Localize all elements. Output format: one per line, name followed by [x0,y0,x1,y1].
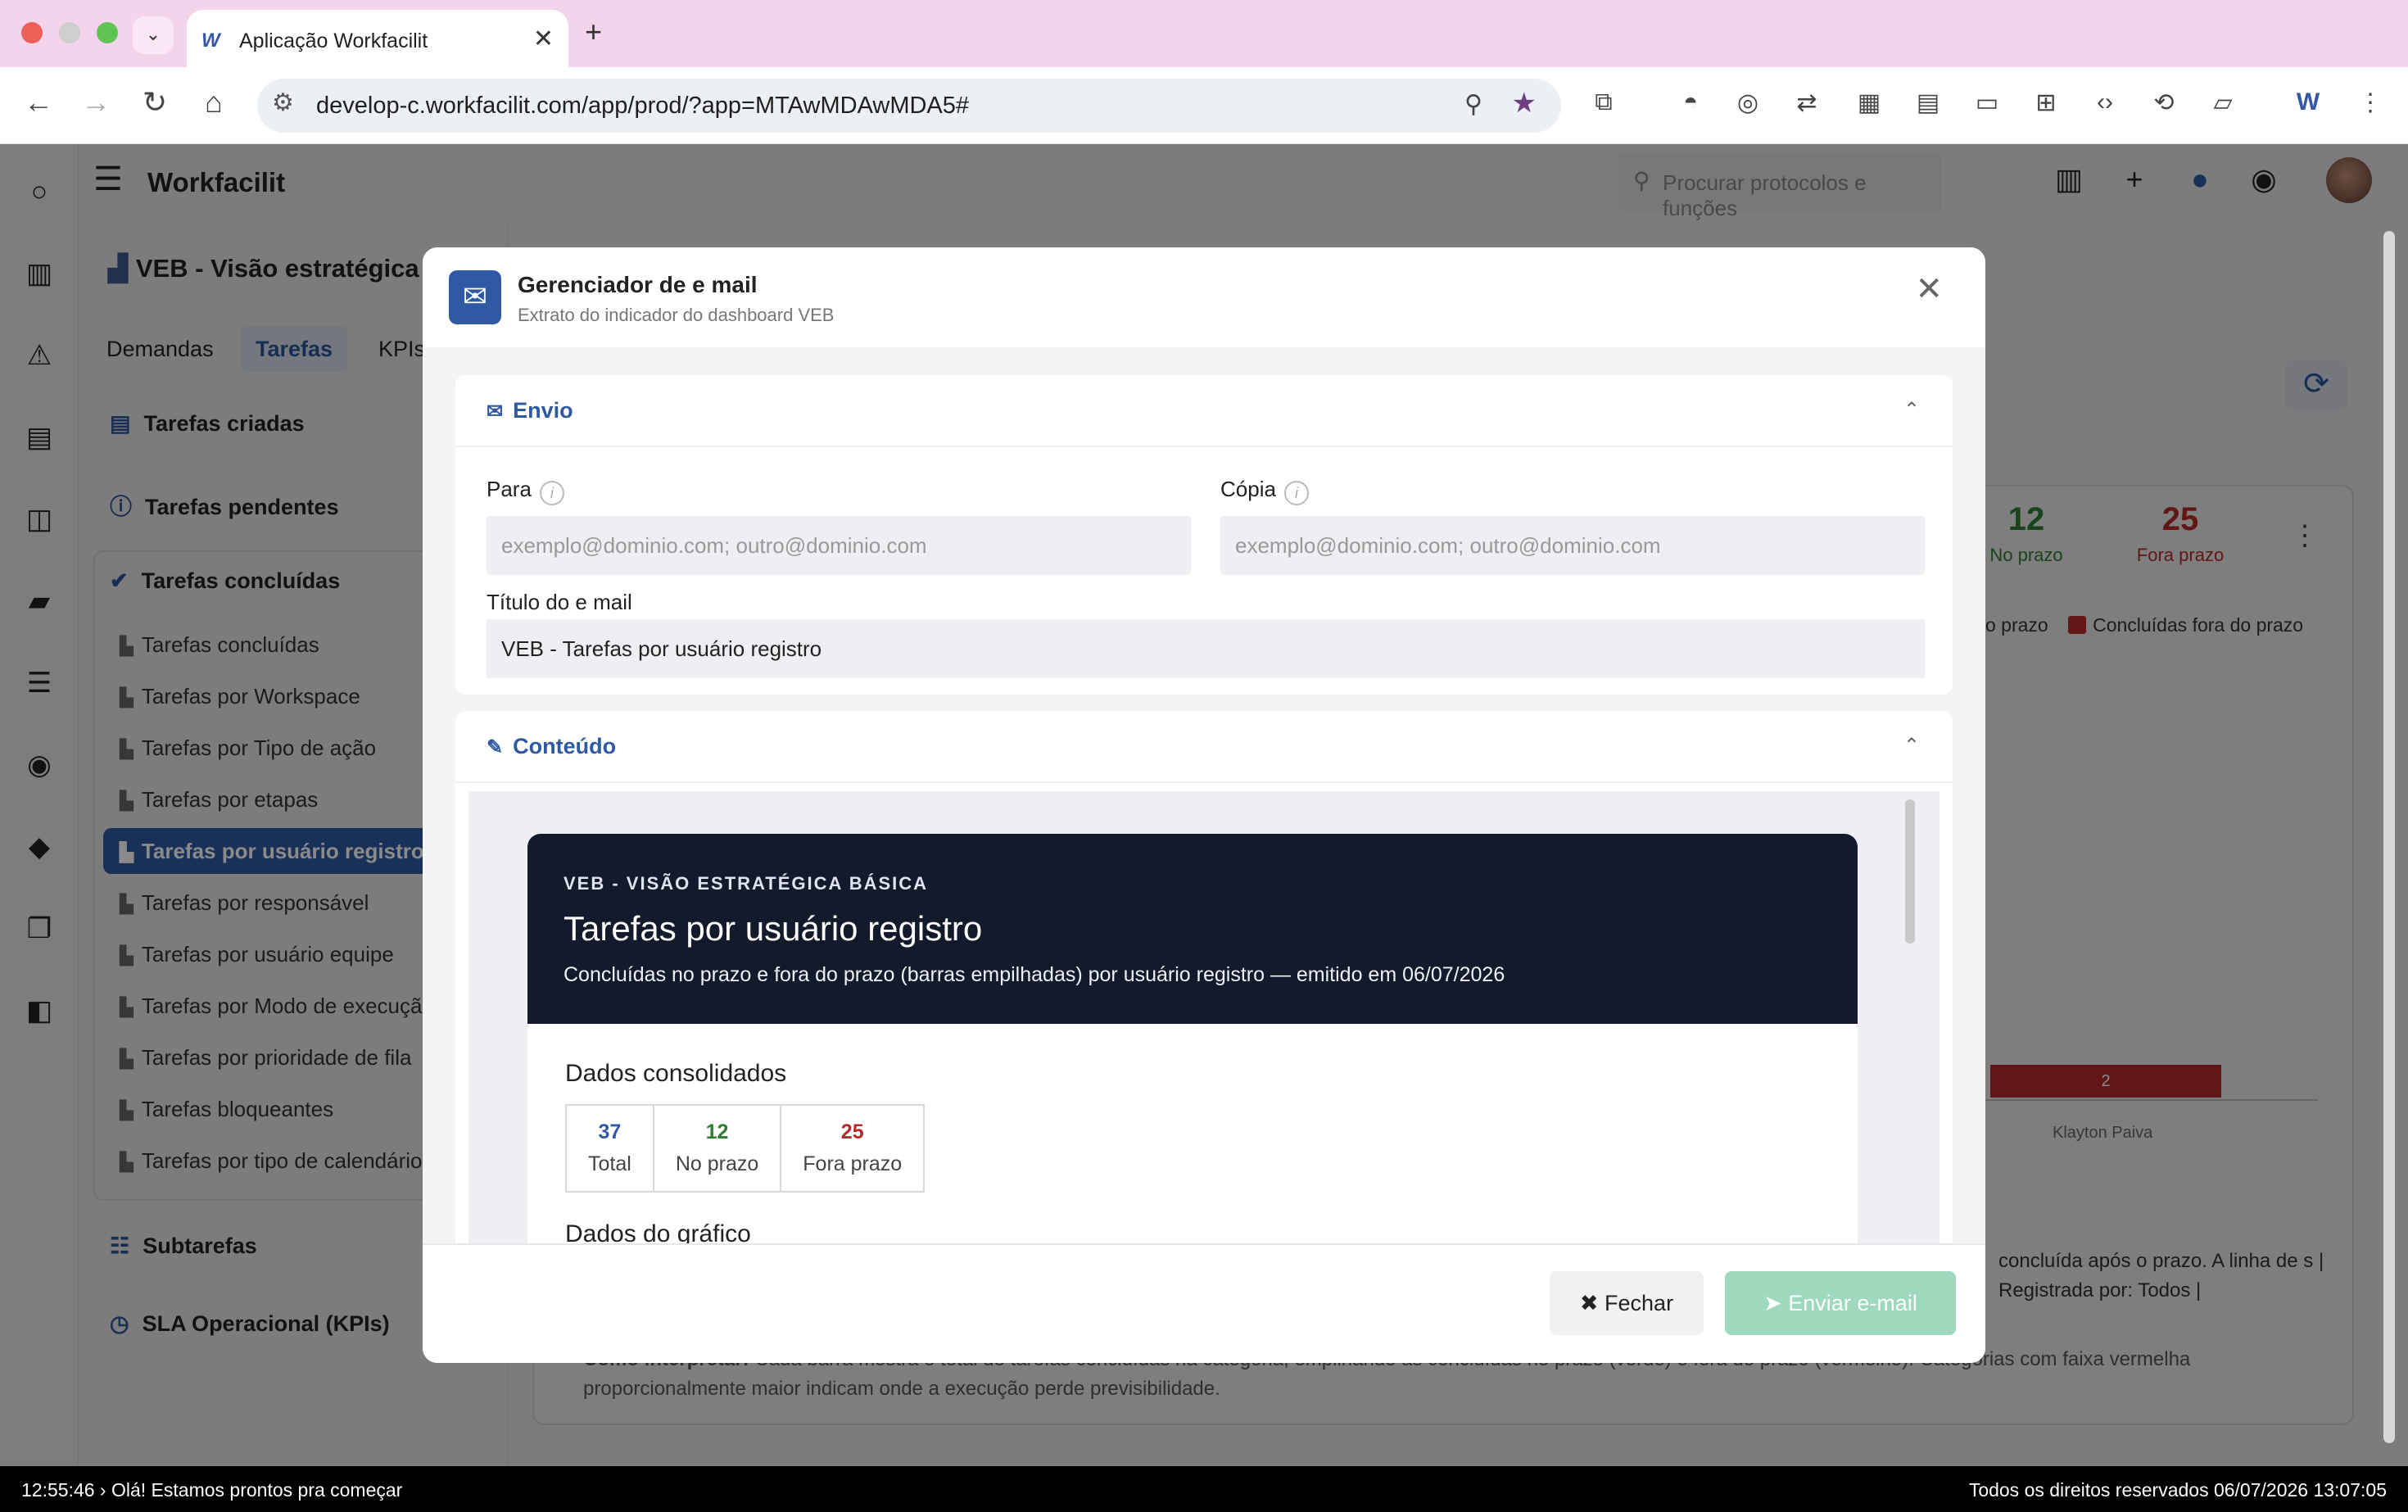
browser-tab-title: Aplicação Workfacilit [239,29,428,52]
tab-search-chevron-icon[interactable]: ⌄ [133,16,174,54]
email-card: VEB - VISÃO ESTRATÉGICA BÁSICA Tarefas p… [527,834,1858,1252]
browser-toolbar: ← → ↻ ⌂ ⚙ develop-c.workfacilit.com/app/… [0,67,2408,144]
dados-consolidados-title: Dados consolidados [565,1060,787,1087]
status-bar: 12:55:46 › Olá! Estamos prontos pra come… [0,1466,2408,1512]
reader-mode-icon[interactable]: ▤ [1910,88,1946,117]
info-icon[interactable]: i [539,481,564,505]
browser-tab[interactable]: W Aplicação Workfacilit ✕ [187,10,568,67]
email-subtitle: Concluídas no prazo e fora do prazo (bar… [564,963,1505,986]
status-right: Todos os direitos reservados 06/07/2026 … [1968,1479,2387,1501]
close-window-button[interactable] [21,22,43,43]
preview-scrollbar[interactable] [1905,799,1915,944]
reload-icon[interactable]: ↻ [134,85,175,120]
bookmark-star-icon[interactable]: ★ [1512,87,1537,120]
para-input[interactable]: exemplo@dominio.com; outro@dominio.com [487,516,1191,575]
send-email-button[interactable]: ➤ Enviar e-mail [1725,1271,1956,1335]
translate-icon[interactable]: ⇄ [1789,88,1825,117]
stats-table: 37 Total 12 No prazo 25 Fora prazo [565,1104,926,1193]
edit-icon: ✎ [487,736,504,758]
email-manager-modal: ✉ Gerenciador de e mail Extrato do indic… [423,247,1985,1363]
envio-section: ✉ Envio ⌃ Para i exemplo@dominio.com; outr… [455,375,1953,695]
stat-no-prazo: 12 No prazo [654,1106,782,1191]
url-text[interactable]: develop-c.workfacilit.com/app/prod/?app=… [316,93,969,120]
new-tab-icon[interactable]: + [585,15,602,49]
email-overline: VEB - VISÃO ESTRATÉGICA BÁSICA [564,873,929,894]
back-arrow-icon[interactable]: ← [18,85,59,120]
titulo-label: Título do e mail [487,590,632,614]
info-icon[interactable]: i [1283,481,1309,505]
browser-tab-strip: ⌄ W Aplicação Workfacilit ✕ + [0,0,2408,67]
copia-label: Cópia i [1220,477,1309,505]
cast-icon[interactable]: ▱ [2205,88,2241,117]
email-preview[interactable]: VEB - VISÃO ESTRATÉGICA BÁSICA Tarefas p… [468,791,1940,1252]
close-icon[interactable]: ✕ [1915,270,1943,308]
chevron-up-icon[interactable]: ⌃ [1903,398,1920,422]
browser-menu-icon[interactable]: ⋮ [2352,88,2388,117]
envio-section-title: ✉ Envio [487,398,573,423]
close-tab-icon[interactable]: ✕ [533,25,554,53]
copia-input[interactable]: exemplo@dominio.com; outro@dominio.com [1220,516,1925,575]
modal-footer: ✖ Fechar ➤ Enviar e-mail [423,1243,1985,1363]
incognito-icon[interactable]: ◓ [1672,88,1709,116]
status-left: 12:55:46 › Olá! Estamos prontos pra come… [21,1479,403,1501]
page-scrollbar[interactable] [2383,231,2395,1443]
send-icon: ➤ [1763,1291,1789,1315]
workfacilit-favicon-icon: W [201,29,220,52]
envio-section-header[interactable]: ✉ Envio ⌃ [455,375,1953,447]
site-settings-icon[interactable]: ⚙ [272,88,294,117]
chevron-up-icon[interactable]: ⌃ [1903,734,1920,758]
modal-subtitle: Extrato do indicador do dashboard VEB [518,305,835,325]
stat-fora-prazo: 25 Fora prazo [803,1120,903,1175]
screenshot-icon[interactable]: ◎ [1730,88,1766,117]
code-icon[interactable]: ‹› [2087,88,2123,116]
email-title: Tarefas por usuário registro [564,909,983,948]
maximize-window-button[interactable] [97,22,118,43]
email-header: VEB - VISÃO ESTRATÉGICA BÁSICA Tarefas p… [527,834,1858,1024]
devices-icon[interactable]: ▭ [1969,88,2005,117]
table-icon[interactable]: ⊞ [2028,88,2064,117]
modal-header: ✉ Gerenciador de e mail Extrato do indic… [423,247,1985,347]
forward-arrow-icon[interactable]: → [75,85,116,120]
close-button[interactable]: ✖ Fechar [1550,1271,1704,1335]
history-icon[interactable]: ⟲ [2146,88,2182,117]
mail-icon: ✉ [487,401,504,423]
modal-title: Gerenciador de e mail [518,272,758,297]
stat-total: 37 Total [567,1106,654,1191]
mail-icon: ✉ [449,270,501,324]
conteudo-section: ✎ Conteúdo ⌃ VEB - VISÃO ESTRATÉGICA BÁSI… [455,711,1953,1252]
qr-code-icon[interactable]: ▦ [1851,88,1887,117]
x-icon: ✖ [1579,1291,1605,1315]
minimize-window-button[interactable] [59,22,80,43]
extensions-puzzle-icon[interactable]: ⧉ [1586,88,1622,116]
conteudo-section-header[interactable]: ✎ Conteúdo ⌃ [455,711,1953,783]
home-icon[interactable]: ⌂ [193,85,234,120]
address-bar[interactable]: ⚙ develop-c.workfacilit.com/app/prod/?ap… [257,79,1561,133]
location-pin-icon[interactable]: ⚲ [1464,90,1482,119]
workfacilit-extension-icon[interactable]: W [2290,88,2326,116]
conteudo-section-title: ✎ Conteúdo [487,734,617,758]
para-label: Para i [487,477,564,505]
titulo-input[interactable]: VEB - Tarefas por usuário registro [487,619,1925,678]
